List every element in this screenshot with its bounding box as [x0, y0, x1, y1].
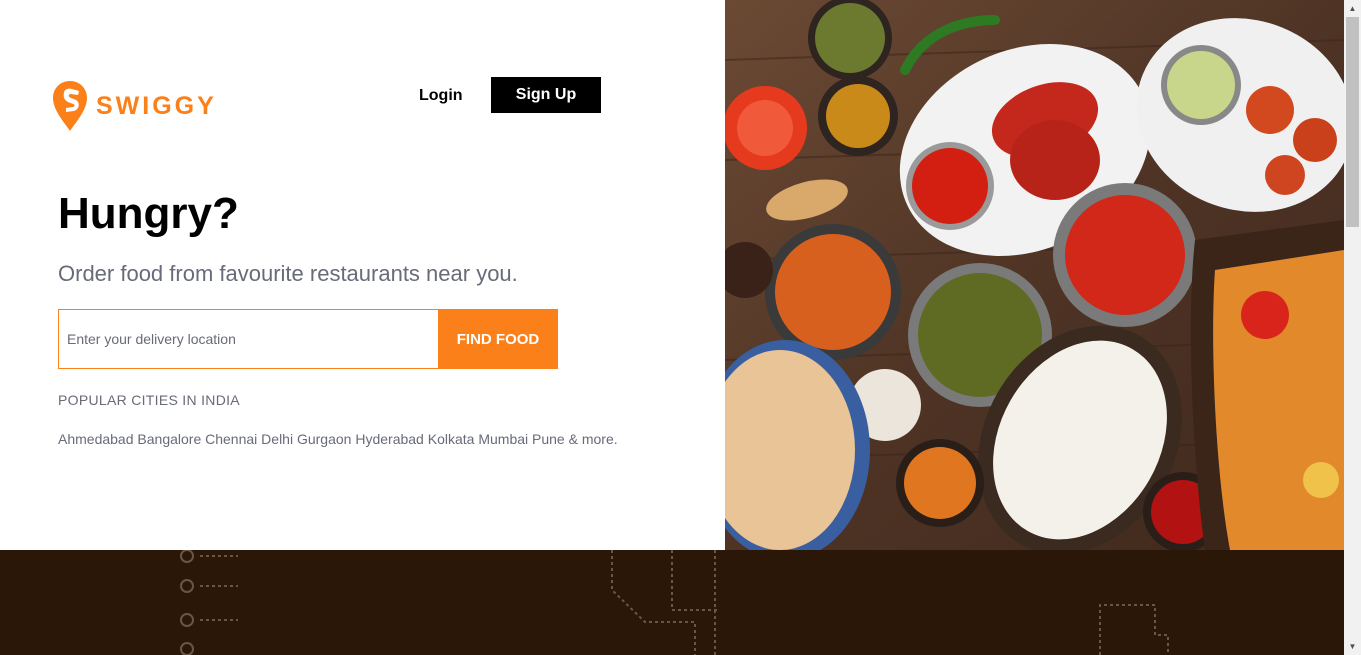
triangle-up-icon[interactable]: ▲ [1344, 0, 1361, 17]
location-search: FIND FOOD [58, 309, 558, 369]
popular-cities-list: Ahmedabad Bangalore Chennai Delhi Gurgao… [58, 431, 628, 448]
food-hero-image [725, 0, 1344, 550]
city-link-ahmedabad[interactable]: Ahmedabad [58, 431, 134, 447]
page-headline: Hungry? [58, 189, 239, 238]
city-link-chennai[interactable]: Chennai [205, 431, 257, 447]
delivery-location-input[interactable] [58, 309, 438, 369]
find-food-button[interactable]: FIND FOOD [438, 309, 558, 369]
bottom-decorative-band [0, 550, 1344, 655]
city-link-delhi[interactable]: Delhi [261, 431, 293, 447]
city-link-bangalore[interactable]: Bangalore [137, 431, 201, 447]
brand-name: SWIGGY [96, 91, 217, 120]
scrollbar-thumb[interactable] [1346, 17, 1359, 227]
more-cities-link[interactable]: & more. [569, 431, 618, 447]
popular-cities-title: POPULAR CITIES IN INDIA [58, 392, 240, 408]
signup-button[interactable]: Sign Up [491, 77, 601, 113]
map-pattern-decoration [180, 550, 1169, 655]
city-link-gurgaon[interactable]: Gurgaon [297, 431, 351, 447]
hero-left-panel: SWIGGY Login Sign Up Hungry? Order food … [0, 0, 725, 550]
city-link-kolkata[interactable]: Kolkata [428, 431, 475, 447]
page-subheadline: Order food from favourite restaurants ne… [58, 261, 518, 286]
swiggy-pin-logo-icon [53, 81, 87, 131]
login-link[interactable]: Login [419, 86, 463, 106]
swiggy-logo[interactable]: SWIGGY [52, 80, 217, 132]
city-link-pune[interactable]: Pune [532, 431, 565, 447]
city-link-hyderabad[interactable]: Hyderabad [355, 431, 424, 447]
triangle-down-icon[interactable]: ▼ [1344, 638, 1361, 655]
city-link-mumbai[interactable]: Mumbai [478, 431, 528, 447]
food-spread-illustration [725, 0, 1344, 550]
page-scrollbar[interactable]: ▲ ▼ [1344, 0, 1361, 655]
